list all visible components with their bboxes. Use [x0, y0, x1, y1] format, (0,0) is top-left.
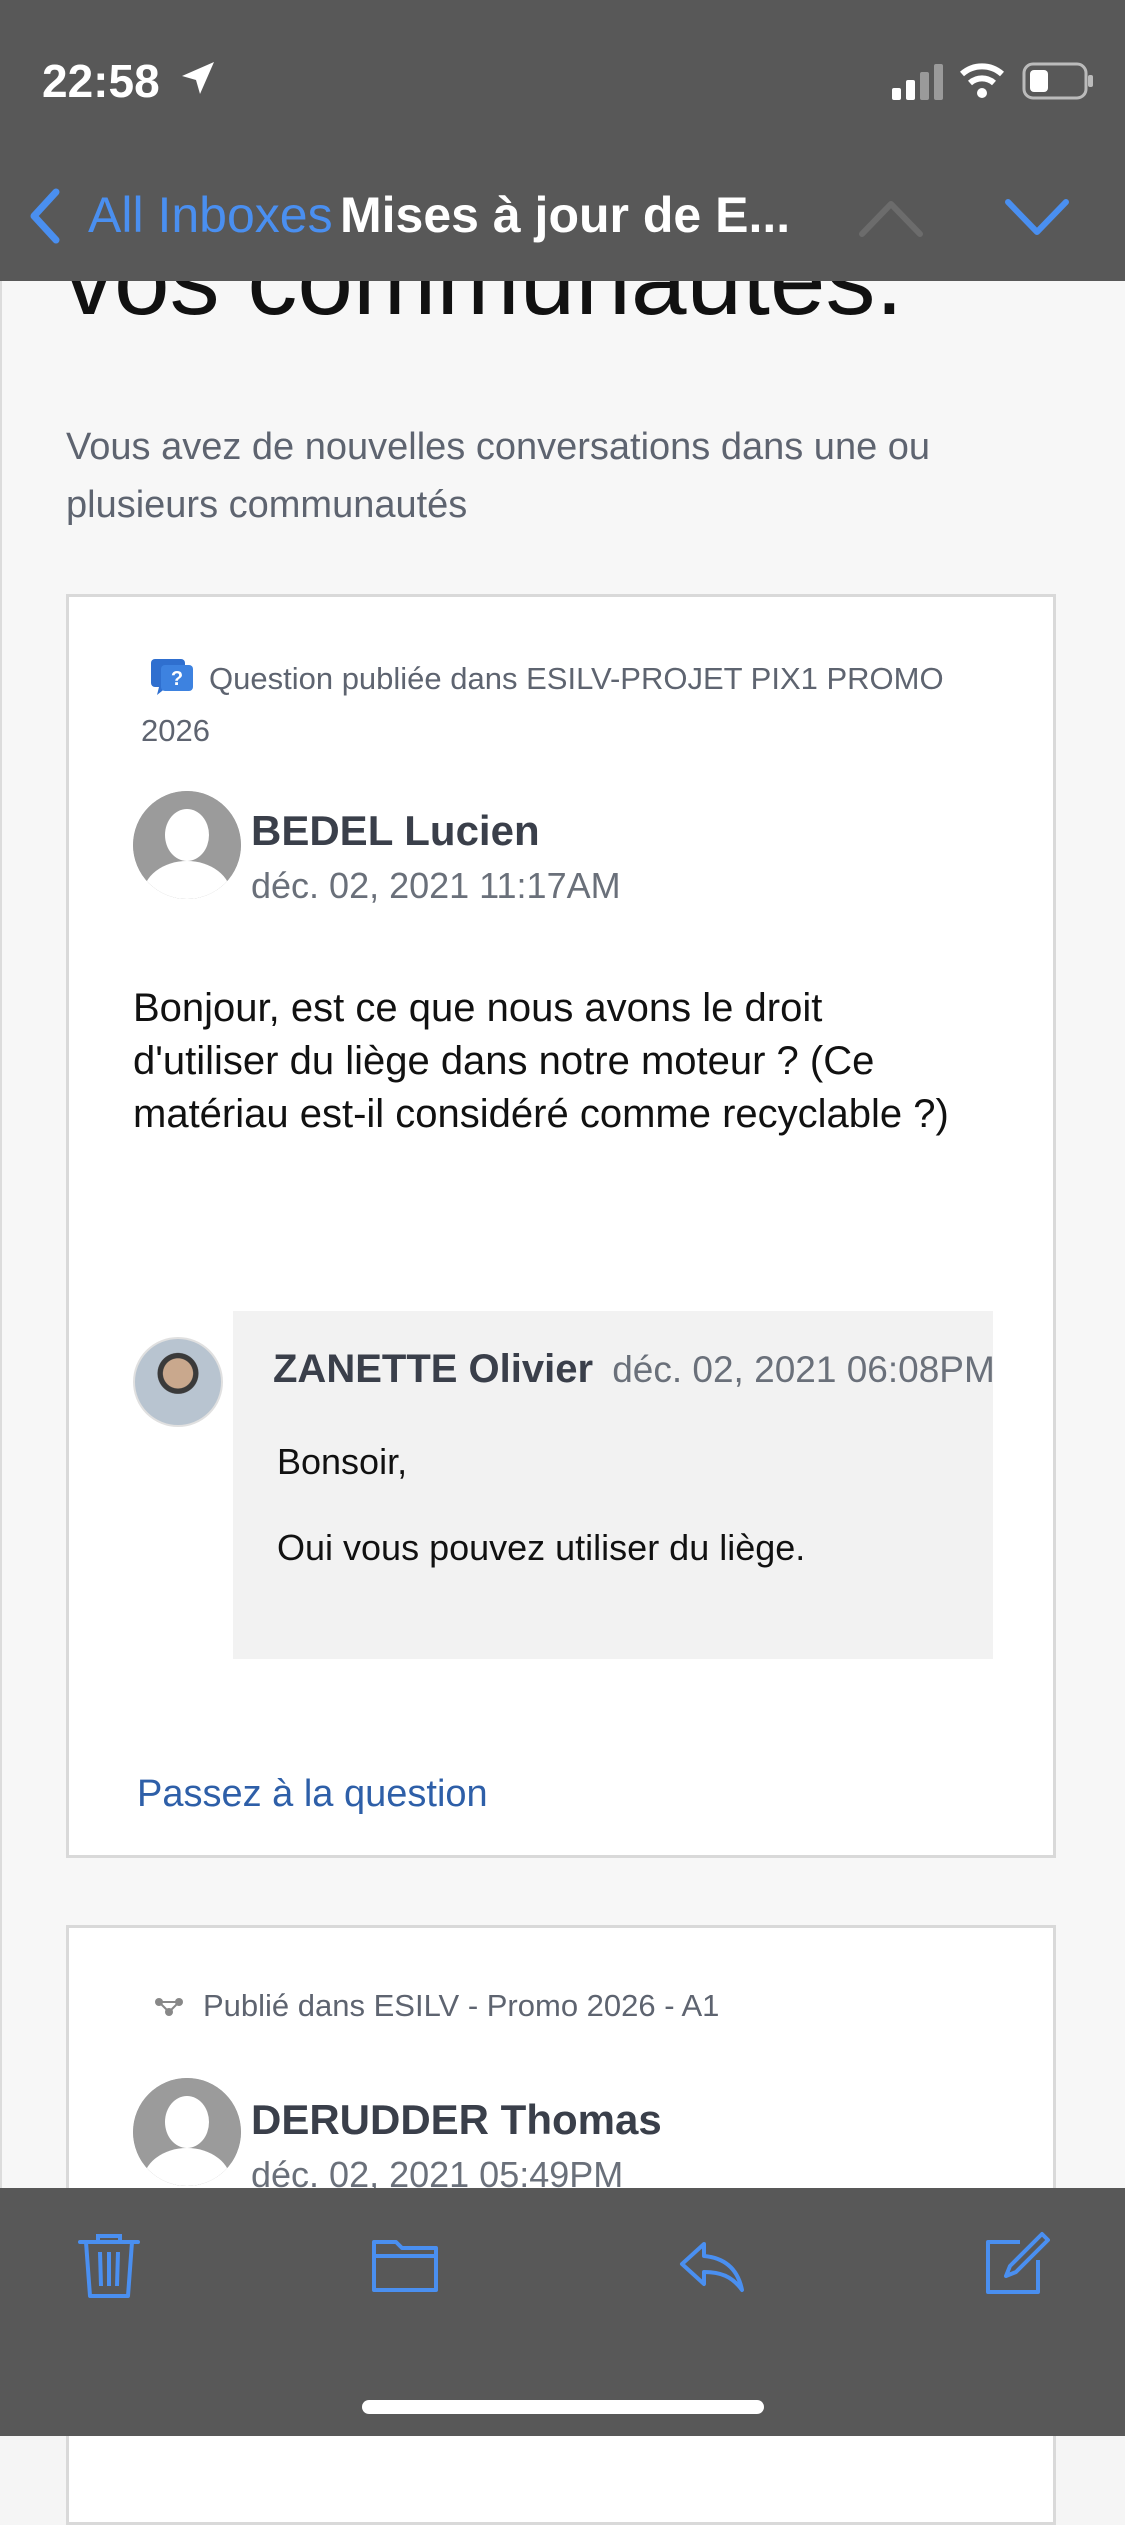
- reply-author-name: ZANETTE Olivier: [273, 1347, 594, 1391]
- post-date: déc. 02, 2021 11:17AM: [251, 865, 621, 906]
- avatar-photo: [133, 1337, 223, 1427]
- avatar: [133, 2078, 241, 2186]
- home-indicator[interactable]: [362, 2400, 764, 2414]
- question-body: Bonjour, est ce que nous avons le droit …: [133, 986, 949, 1136]
- view-question-link[interactable]: Passez à la question: [137, 1773, 488, 1816]
- author-name: BEDEL Lucien: [251, 807, 540, 854]
- svg-text:?: ?: [171, 668, 183, 690]
- status-time: 22:58: [42, 55, 160, 107]
- posted-in-line: ? Question publiée dans ESILV-PROJET PIX…: [141, 653, 1001, 757]
- email-content[interactable]: vos communautés. Vous avez de nouvelles …: [0, 0, 1125, 2525]
- back-button[interactable]: All Inboxes: [88, 186, 333, 244]
- reply-paragraph: Oui vous pouvez utiliser du liège.: [277, 1527, 806, 1568]
- author-name: DERUDDER Thomas: [251, 2096, 662, 2143]
- trash-icon[interactable]: [74, 2230, 144, 2300]
- chevron-up-icon[interactable]: [856, 196, 926, 240]
- battery-icon: [1022, 62, 1093, 100]
- user-silhouette-icon: [133, 791, 241, 899]
- posted-in-text: Question publiée dans ESILV-PROJET PIX1 …: [141, 661, 944, 748]
- posted-in-line: Publié dans ESILV - Promo 2026 - A1: [141, 1988, 719, 2024]
- compose-icon[interactable]: [980, 2230, 1050, 2300]
- reply-icon[interactable]: [676, 2230, 746, 2300]
- reply-box: ZANETTE Olivier déc. 02, 2021 06:08PM Bo…: [233, 1311, 995, 1659]
- cellular-signal-icon: [892, 64, 943, 100]
- wifi-icon: [960, 63, 1004, 98]
- question-icon: ?: [151, 659, 193, 695]
- location-arrow-icon: [182, 62, 214, 94]
- intro-text: Vous avez de nouvelles conversations dan…: [66, 426, 931, 526]
- content-edge: [0, 280, 2, 2190]
- nav-title: Mises à jour de E...: [340, 187, 791, 243]
- reply-date: déc. 02, 2021 06:08PM: [612, 1349, 995, 1390]
- question-card: ? Question publiée dans ESILV-PROJET PIX…: [66, 594, 1056, 1858]
- posted-in-text: Publié dans ESILV - Promo 2026 - A1: [203, 1988, 720, 2023]
- user-silhouette-icon: [133, 2078, 241, 2186]
- folder-icon[interactable]: [370, 2230, 440, 2300]
- top-bar: 22:58 All Inboxes Mises à jour de E...: [0, 0, 1125, 281]
- bottom-toolbar: [0, 2188, 1125, 2436]
- community-icon: [155, 1998, 183, 2016]
- chevron-down-icon[interactable]: [1002, 196, 1072, 240]
- reply-author-line: ZANETTE Olivier déc. 02, 2021 06:08PM: [273, 1347, 995, 1392]
- reply-paragraph: Bonsoir,: [277, 1441, 408, 1482]
- avatar: [133, 791, 241, 899]
- back-chevron-icon[interactable]: [26, 186, 62, 246]
